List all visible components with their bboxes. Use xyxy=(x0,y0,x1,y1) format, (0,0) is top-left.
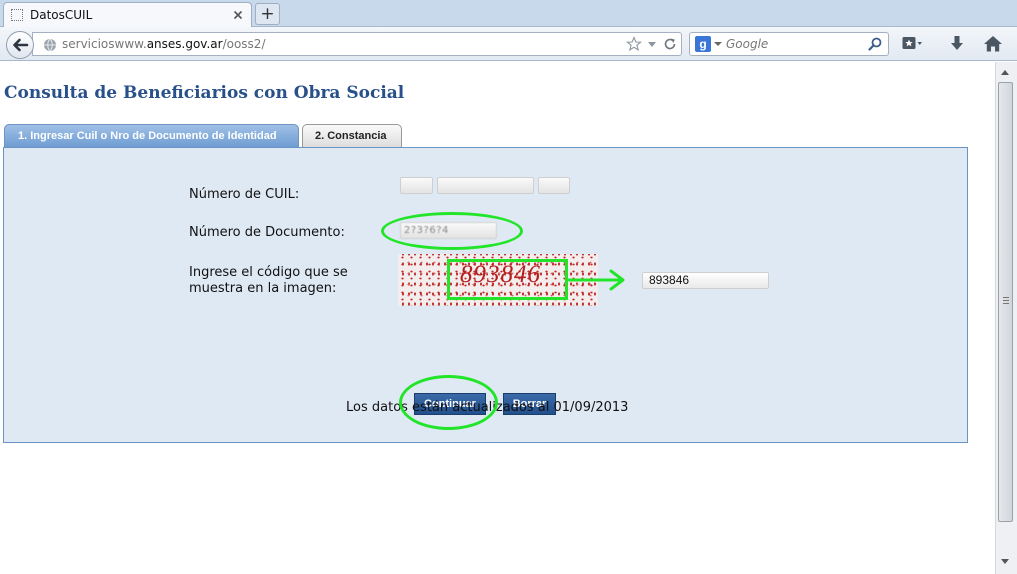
browser-tab[interactable]: DatosCUIL xyxy=(3,2,252,27)
scroll-up-arrow-icon[interactable] xyxy=(1001,70,1009,75)
documento-label: Número de Documento: xyxy=(189,225,345,240)
url-text: servicioswww.anses.gov.ar/ooss2/ xyxy=(62,37,266,51)
captcha-label-line2: muestra en la imagen: xyxy=(189,281,337,296)
captcha-arrow-icon xyxy=(567,269,625,291)
grip-icon xyxy=(1003,297,1009,304)
history-dropdown-icon[interactable] xyxy=(647,39,657,49)
cuil-check-field[interactable] xyxy=(538,177,570,194)
page-icon xyxy=(11,9,23,21)
close-tab-icon[interactable] xyxy=(231,8,245,22)
tab-strip: DatosCUIL + xyxy=(0,0,1017,27)
vertical-scrollbar[interactable] xyxy=(995,62,1017,574)
documento-highlight-oval xyxy=(381,212,523,250)
cuil-prefix-field[interactable] xyxy=(400,177,433,194)
address-bar[interactable]: servicioswww.anses.gov.ar/ooss2/ xyxy=(32,32,682,56)
globe-icon xyxy=(44,38,56,52)
tab-ingresar-cuil[interactable]: 1. Ingresar Cuil o Nro de Documento de I… xyxy=(4,124,299,148)
captcha-input[interactable]: 893846 xyxy=(642,272,769,289)
search-icon[interactable] xyxy=(867,36,883,52)
tab-title: DatosCUIL xyxy=(30,8,93,22)
captcha-label-line1: Ingrese el código que se xyxy=(189,265,348,280)
bookmarks-menu-icon[interactable] xyxy=(901,34,923,54)
continuar-highlight-oval xyxy=(399,375,498,430)
cuil-label: Número de CUIL: xyxy=(189,187,300,202)
search-placeholder: Google xyxy=(726,37,769,51)
bookmark-star-icon[interactable] xyxy=(626,36,642,52)
reload-icon[interactable] xyxy=(663,37,677,51)
captcha-highlight-box xyxy=(447,259,568,300)
scroll-down-arrow-icon[interactable] xyxy=(1001,559,1009,564)
captcha-label: Ingrese el código que se muestra en la i… xyxy=(189,265,348,297)
home-icon[interactable] xyxy=(982,34,1004,54)
back-button[interactable] xyxy=(6,31,34,59)
search-bar[interactable]: g Google xyxy=(689,32,889,56)
downloads-icon[interactable] xyxy=(946,34,968,54)
page-viewport: Consulta de Beneficiarios con Obra Socia… xyxy=(0,62,995,574)
cuil-number-field[interactable] xyxy=(437,177,534,194)
page-title: Consulta de Beneficiarios con Obra Socia… xyxy=(4,83,405,103)
tab-constancia[interactable]: 2. Constancia xyxy=(302,124,402,148)
google-icon[interactable]: g xyxy=(695,36,711,52)
navigation-toolbar: servicioswww.anses.gov.ar/ooss2/ g Googl… xyxy=(0,27,1017,61)
search-engine-dropdown-icon[interactable] xyxy=(714,42,722,46)
scrollbar-thumb[interactable] xyxy=(998,82,1013,522)
back-arrow-icon xyxy=(13,38,29,52)
new-tab-button[interactable]: + xyxy=(255,3,280,25)
